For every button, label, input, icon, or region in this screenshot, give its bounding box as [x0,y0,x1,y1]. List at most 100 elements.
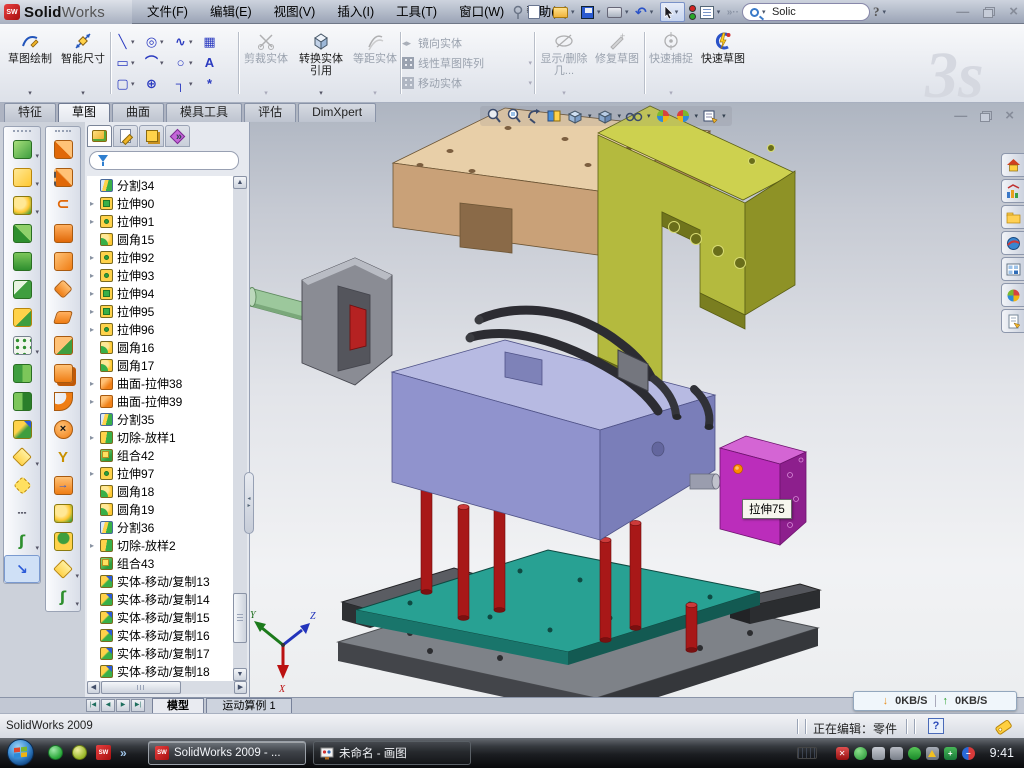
custom-properties-button[interactable] [1001,309,1024,333]
new-file-icon[interactable] [528,5,540,19]
resources-home-button[interactable] [1001,153,1024,177]
view-settings-icon[interactable] [702,108,718,124]
expand-arrow-icon[interactable]: ▸ [90,199,100,208]
tree-item[interactable]: 实体-移动/复制16 [87,626,234,644]
slot-icon[interactable]: ▢ [114,75,131,92]
file-explorer-button[interactable] [1001,205,1024,229]
line-icon[interactable]: ╲ [114,33,131,50]
tree-item[interactable]: ▸ 曲面-拉伸38 [87,374,234,392]
configurationmanager-tab[interactable] [139,125,164,147]
menu-item[interactable]: 编辑(E) [199,0,263,24]
tree-item[interactable]: 圆角19 [87,500,234,518]
revolved-surface-icon[interactable] [46,163,80,191]
chevron-down-icon[interactable]: ▾ [160,38,164,46]
expand-arrow-icon[interactable]: ▸ [90,325,100,334]
tree-item[interactable]: 分割34 [87,176,234,194]
selection-frame-icon[interactable]: ▦ [201,33,218,50]
select-button[interactable]: ▾ [660,2,685,22]
zoom-area-icon[interactable] [506,108,522,124]
propertymanager-tab[interactable] [113,125,138,147]
tree-item[interactable]: 组合43 [87,554,234,572]
tree-item[interactable]: 圆角15 [87,230,234,248]
circle-icon[interactable]: ◎ [143,33,160,50]
tree-item[interactable]: 圆角18 [87,482,234,500]
tree-item[interactable]: 组合42 [87,446,234,464]
tree-item[interactable]: ▸ 拉伸90 [87,194,234,212]
chevron-down-icon[interactable]: ▾ [28,89,32,99]
clamp-part[interactable] [250,258,392,385]
doc-close-button[interactable]: × [1005,109,1014,123]
close-button[interactable]: × [1009,5,1018,19]
point-icon[interactable]: * [201,75,218,92]
scroll-up-button[interactable]: ▲ [233,176,247,189]
toolbar-grip[interactable] [55,130,71,134]
trim-surface-icon[interactable]: Y [46,443,80,471]
combine-icon[interactable] [4,359,40,387]
volume-tray-icon[interactable] [890,747,903,760]
security-tray-icon[interactable] [854,747,867,760]
split-icon[interactable] [4,387,40,415]
tree-item[interactable]: 分割35 [87,410,234,428]
chamfer-icon[interactable] [4,275,40,303]
chevron-down-icon[interactable]: ▾ [189,80,193,88]
chevron-down-icon[interactable]: ▾ [882,8,889,16]
sketch-draw-button[interactable]: 草图绘制 ▾ [4,27,56,99]
chevron-down-icon[interactable]: ▾ [695,112,699,120]
menu-item[interactable]: 视图(V) [263,0,327,24]
view-palette-button[interactable] [1001,257,1024,281]
convert-entities-button[interactable]: 转换实体引用 ▾ [294,27,348,99]
chevron-down-icon[interactable]: ▾ [81,89,85,99]
reference-plane-icon[interactable]: ▾ [4,443,40,471]
tree-item[interactable]: 分割36 [87,518,234,536]
toolbar-grip[interactable] [13,130,31,134]
save-icon[interactable] [581,6,594,19]
search-box[interactable]: ▾ Solic [742,3,870,21]
delete-face-icon[interactable]: × [46,415,80,443]
motion-study-tab[interactable]: 运动算例 1 [206,698,292,713]
commandmanager-tab[interactable]: 草图 [58,103,110,122]
quick-tips-icon[interactable]: ? [928,718,944,734]
tree-item[interactable]: ▸ 切除-放样2 [87,536,234,554]
offset-surface-icon[interactable] [46,331,80,359]
pin-icon[interactable] [512,5,525,20]
undo-icon[interactable]: ↶ [635,5,647,19]
section-view-icon[interactable] [546,108,562,124]
commandmanager-tab[interactable]: 曲面 [112,103,164,122]
taskbar-window-solidworks[interactable]: SW SolidWorks 2009 - ... [148,741,306,765]
zoom-fit-icon[interactable] [486,108,502,124]
chevron-down-icon[interactable]: ▾ [543,8,550,16]
fillet-icon[interactable]: ▾ [4,191,40,219]
lavender-block-part[interactable] [392,340,720,540]
commandmanager-tab[interactable]: 特征 [4,103,56,122]
antivirus-tray-icon[interactable]: ✕ [836,747,849,760]
solidworks-shortcut-icon[interactable]: SW [96,745,111,760]
lofted-surface-icon[interactable]: ⊂ [46,191,80,219]
tree-item[interactable]: 圆角16 [87,338,234,356]
expand-arrow-icon[interactable]: ▸ [90,541,100,550]
smart-dimension-button[interactable]: 智能尺寸 ▾ [58,27,108,99]
expand-arrow-icon[interactable]: ▸ [90,271,100,280]
scrollbar-thumb[interactable] [101,681,181,694]
open-file-icon[interactable] [553,7,568,18]
polygon-icon[interactable]: ⊕ [143,75,160,92]
expand-arrow-icon[interactable]: ▸ [90,379,100,388]
chevron-down-icon[interactable]: ▾ [722,112,726,120]
sketch-fillet-icon[interactable]: ┐ [172,75,189,92]
chevron-down-icon[interactable]: ▾ [319,89,323,99]
tree-item[interactable]: ▸ 曲面-拉伸39 [87,392,234,410]
chevron-down-icon[interactable]: ▾ [650,8,657,16]
text-icon[interactable]: A [201,54,218,71]
tree-item[interactable]: 实体-移动/复制18 [87,662,234,680]
spline-icon[interactable]: ∿ [172,33,189,50]
instant3d-icon[interactable]: ↘ [4,555,40,583]
update-tray-icon[interactable] [872,747,885,760]
planar-surface-icon[interactable] [46,303,80,331]
tag-icon[interactable] [993,718,1015,735]
chevron-down-icon[interactable]: ▾ [160,59,164,67]
chevron-down-icon[interactable]: ▾ [762,8,769,16]
filled-surface-icon[interactable] [46,247,80,275]
commandmanager-tab[interactable]: DimXpert [298,103,376,122]
expand-arrow-icon[interactable]: ▸ [90,289,100,298]
doc-minimize-button[interactable]: — [954,109,967,123]
scroll-left-button[interactable]: ◀ [87,681,100,694]
